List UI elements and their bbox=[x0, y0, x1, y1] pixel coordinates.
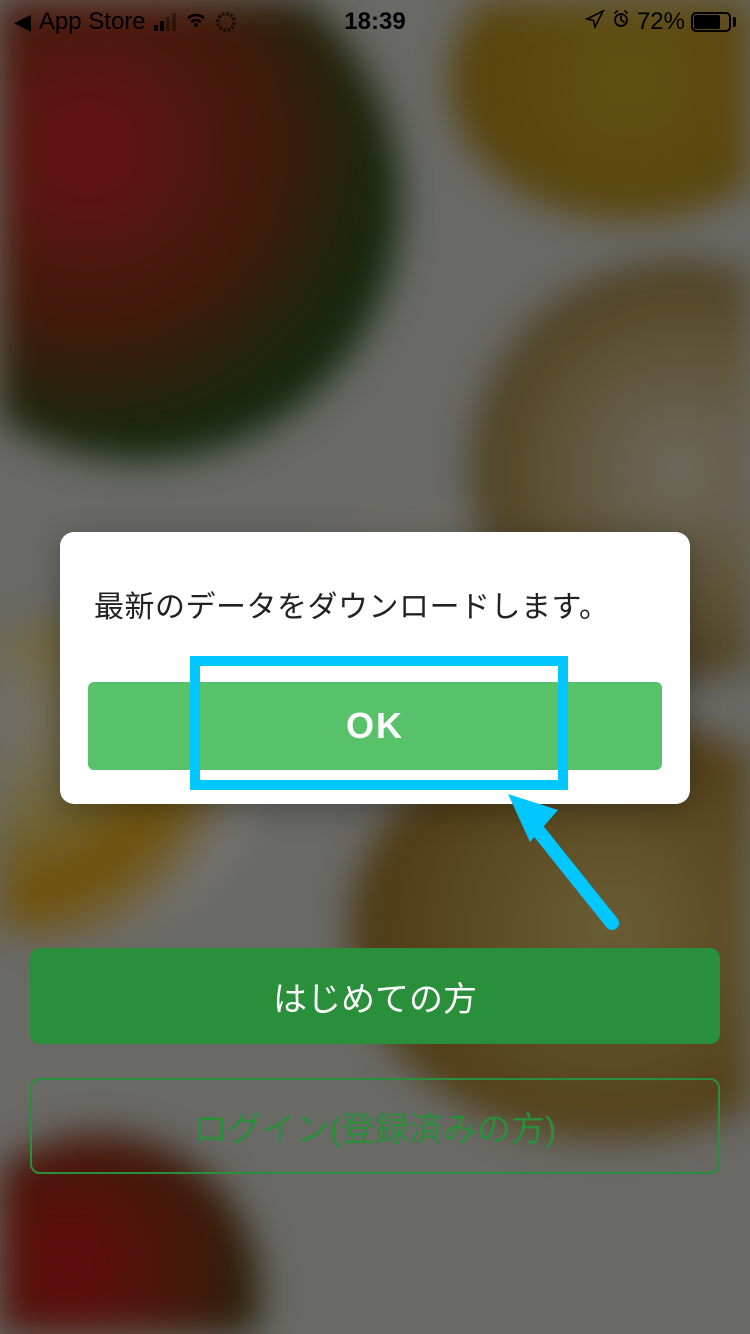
ok-button-label: OK bbox=[346, 705, 404, 746]
battery-icon bbox=[691, 12, 736, 32]
back-caret-icon[interactable]: ◀ bbox=[14, 9, 31, 35]
ok-button[interactable]: OK bbox=[88, 682, 662, 770]
wifi-icon bbox=[184, 9, 208, 35]
first-time-label: はじめての方 bbox=[273, 972, 477, 1021]
clock: 18:39 bbox=[344, 8, 405, 36]
battery-percent: 72% bbox=[637, 8, 685, 36]
download-dialog: 最新のデータをダウンロードします。 OK bbox=[60, 532, 690, 804]
back-to-appstore[interactable]: App Store bbox=[39, 8, 146, 36]
status-bar: ◀ App Store 18:39 72% bbox=[0, 0, 750, 44]
loading-spinner-icon bbox=[216, 12, 236, 32]
login-button[interactable]: ログイン(登録済みの方) bbox=[30, 1078, 720, 1174]
screen: はじめての方 ログイン(登録済みの方) ◀ App Store 18:39 72… bbox=[0, 0, 750, 1334]
login-label: ログイン(登録済みの方) bbox=[194, 1102, 557, 1151]
dialog-message: 最新のデータをダウンロードします。 bbox=[88, 582, 662, 626]
location-icon bbox=[585, 8, 605, 36]
first-time-button[interactable]: はじめての方 bbox=[30, 948, 720, 1044]
cellular-signal-icon bbox=[154, 13, 176, 31]
onboarding-actions: はじめての方 ログイン(登録済みの方) bbox=[30, 948, 720, 1174]
alarm-icon bbox=[611, 8, 631, 36]
